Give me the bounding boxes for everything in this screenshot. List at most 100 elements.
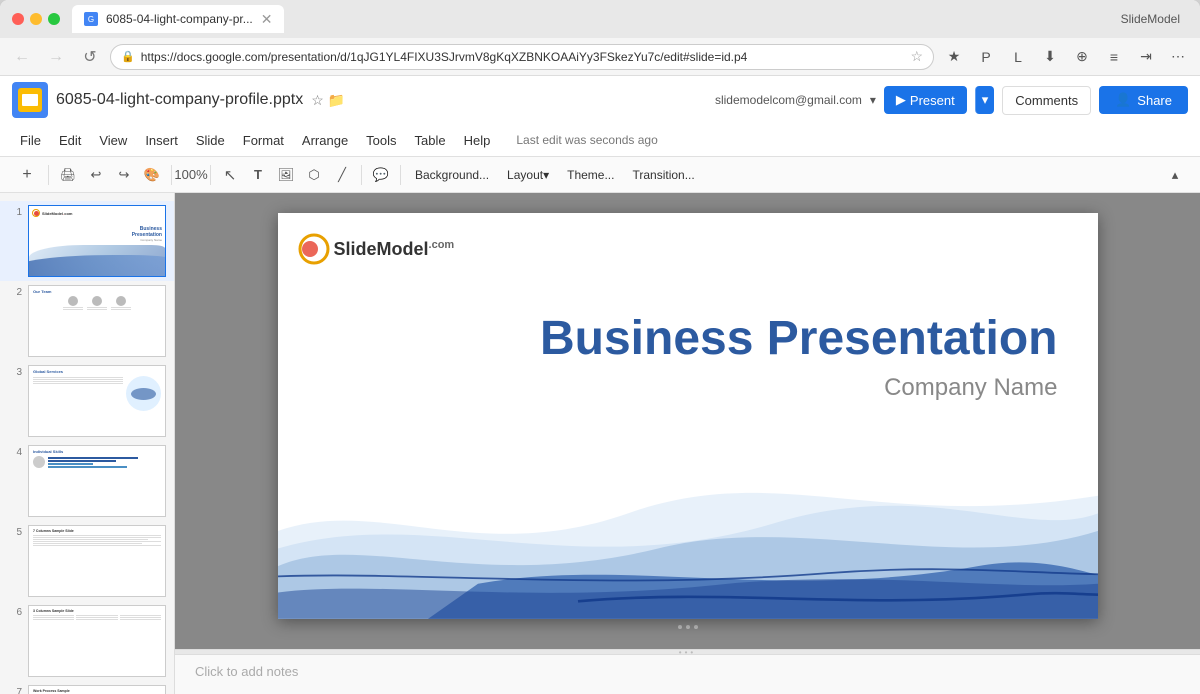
menu-slide[interactable]: Slide xyxy=(188,129,233,152)
bookmark-icon[interactable]: ☆ xyxy=(910,48,923,65)
more-icon[interactable]: ⋯ xyxy=(1164,43,1192,71)
print-button[interactable]: 🖨 xyxy=(55,162,81,188)
back-button[interactable]: ← xyxy=(8,43,36,71)
last-edit-text: Last edit was seconds ago xyxy=(516,133,657,147)
menu-tools[interactable]: Tools xyxy=(358,129,404,152)
header-right: slidemodelcom@gmail.com ▾ ▶ Present ▾ Co… xyxy=(715,86,1188,115)
connection-icon[interactable]: ⊕ xyxy=(1068,43,1096,71)
menu-arrange[interactable]: Arrange xyxy=(294,129,356,152)
slide7-title-text: Work Process Sample xyxy=(33,689,161,693)
share-button[interactable]: 👤 Share xyxy=(1099,86,1188,114)
pinterest-icon[interactable]: P xyxy=(972,43,1000,71)
slide-preview-5: 7 Columns Sample Slide xyxy=(28,525,166,597)
browser-titlebar: G 6085-04-light-company-pr... ✕ SlideMod… xyxy=(0,0,1200,38)
app-logo xyxy=(12,82,48,118)
slide-preview-6: 3 Columns Sample Slide xyxy=(28,605,166,677)
menu-insert[interactable]: Insert xyxy=(137,129,186,152)
slide6-title-text: 3 Columns Sample Slide xyxy=(33,609,161,613)
extensions-icon[interactable]: ★ xyxy=(940,43,968,71)
notes-container: ••• Click to add notes xyxy=(175,649,1200,694)
file-action-icons: ☆ 📁 xyxy=(311,92,345,109)
star-file-icon[interactable]: ☆ xyxy=(311,92,324,109)
slide-thumbnail-1[interactable]: 1 SlideModel.com Business Presentation C… xyxy=(0,201,174,281)
tab-title: 6085-04-light-company-pr... xyxy=(106,12,253,26)
minimize-button[interactable] xyxy=(30,13,42,25)
slide-thumbnail-5[interactable]: 5 7 Columns Sample Slide xyxy=(0,521,174,601)
slide-num-2: 2 xyxy=(8,287,22,298)
menu-help[interactable]: Help xyxy=(456,129,499,152)
slide-panel: 1 SlideModel.com Business Presentation C… xyxy=(0,193,175,694)
slide5-title-text: 7 Columns Sample Slide xyxy=(33,529,161,533)
slide-thumbnail-4[interactable]: 4 Individual Skills xyxy=(0,441,174,521)
user-email: slidemodelcom@gmail.com xyxy=(715,93,862,107)
close-button[interactable] xyxy=(12,13,24,25)
slide-thumbnail-6[interactable]: 6 3 Columns Sample Slide xyxy=(0,601,174,681)
slidemodel-logo-icon xyxy=(298,233,330,265)
forward-icon[interactable]: ⇥ xyxy=(1132,43,1160,71)
text-button[interactable]: T xyxy=(245,162,271,188)
menu-file[interactable]: File xyxy=(12,129,49,152)
present-button[interactable]: ▶ Present xyxy=(884,86,967,114)
lastpass-icon[interactable]: L xyxy=(1004,43,1032,71)
comments-button[interactable]: Comments xyxy=(1002,86,1091,115)
undo-button[interactable]: ↩ xyxy=(83,162,109,188)
transition-button[interactable]: Transition... xyxy=(624,162,702,188)
user-dropdown-icon[interactable]: ▾ xyxy=(870,93,876,107)
theme-button[interactable]: Theme... xyxy=(559,162,622,188)
toolbar-separator-3 xyxy=(210,165,211,185)
slide-num-1: 1 xyxy=(8,207,22,218)
line-button[interactable]: ╱ xyxy=(329,162,355,188)
slide-num-4: 4 xyxy=(8,447,22,458)
comment-button[interactable]: 💬 xyxy=(368,162,394,188)
slide-preview-7: Work Process Sample ✓ ✓ ✓ ✓ xyxy=(28,685,166,694)
app-content: 6085-04-light-company-profile.pptx ☆ 📁 s… xyxy=(0,76,1200,694)
browser-tab[interactable]: G 6085-04-light-company-pr... ✕ xyxy=(72,5,284,33)
slide3-title-text: Global Services xyxy=(33,369,161,374)
layout-button[interactable]: Layout▾ xyxy=(499,162,557,188)
collapse-toolbar-button[interactable]: ▴ xyxy=(1162,162,1188,188)
notes-placeholder: Click to add notes xyxy=(195,664,298,679)
download-icon[interactable]: ⬇ xyxy=(1036,43,1064,71)
canvas-scroll[interactable]: SlideModel.com Business Presentation Com… xyxy=(175,193,1200,649)
toolbar-separator-1 xyxy=(48,165,49,185)
slide-num-7: 7 xyxy=(8,687,22,694)
toolbar-separator-5 xyxy=(400,165,401,185)
slide-canvas[interactable]: SlideModel.com Business Presentation Com… xyxy=(278,213,1098,619)
slide-thumbnail-2[interactable]: 2 Our Team xyxy=(0,281,174,361)
browser-window: G 6085-04-light-company-pr... ✕ SlideMod… xyxy=(0,0,1200,694)
slide-thumbnail-3[interactable]: 3 Global Services xyxy=(0,361,174,441)
folder-icon[interactable]: 📁 xyxy=(328,92,345,109)
redo-button[interactable]: ↪ xyxy=(111,162,137,188)
slide-thumbnail-7[interactable]: 7 Work Process Sample ✓ ✓ ✓ ✓ xyxy=(0,681,174,694)
menu-format[interactable]: Format xyxy=(235,129,292,152)
slide-num-6: 6 xyxy=(8,607,22,618)
slide-preview-3: Global Services xyxy=(28,365,166,437)
url-bar[interactable]: 🔒 https://docs.google.com/presentation/d… xyxy=(110,44,934,70)
reload-button[interactable]: ↺ xyxy=(76,43,104,71)
url-text: https://docs.google.com/presentation/d/1… xyxy=(141,50,905,64)
layers-icon[interactable]: ≡ xyxy=(1100,43,1128,71)
tab-close-icon[interactable]: ✕ xyxy=(261,11,273,28)
tab-favicon: G xyxy=(84,12,98,26)
maximize-button[interactable] xyxy=(48,13,60,25)
zoom-button[interactable]: 100% xyxy=(178,162,204,188)
cursor-button[interactable]: ↖ xyxy=(217,162,243,188)
paint-format-button[interactable]: 🎨 xyxy=(139,162,165,188)
menu-table[interactable]: Table xyxy=(407,129,454,152)
menu-edit[interactable]: Edit xyxy=(51,129,89,152)
slide-preview-4: Individual Skills xyxy=(28,445,166,517)
slide-title-area[interactable]: Business Presentation Company Name xyxy=(540,313,1058,402)
play-icon: ▶ xyxy=(896,92,906,108)
notes-area[interactable]: Click to add notes xyxy=(175,654,1200,694)
shapes-button[interactable]: ⬡ xyxy=(301,162,327,188)
image-button[interactable]: 🖼 xyxy=(273,162,299,188)
background-button[interactable]: Background... xyxy=(407,162,497,188)
slide-subtitle: Company Name xyxy=(540,374,1058,402)
forward-button[interactable]: → xyxy=(42,43,70,71)
menu-view[interactable]: View xyxy=(91,129,135,152)
menu-bar: File Edit View Insert Slide Format Arran… xyxy=(0,124,1200,156)
slide2-title-text: Our Team xyxy=(33,289,161,294)
present-dropdown-button[interactable]: ▾ xyxy=(975,86,995,114)
zoom-menu-button[interactable]: + xyxy=(12,162,42,188)
slide-main-title: Business Presentation xyxy=(540,313,1058,366)
